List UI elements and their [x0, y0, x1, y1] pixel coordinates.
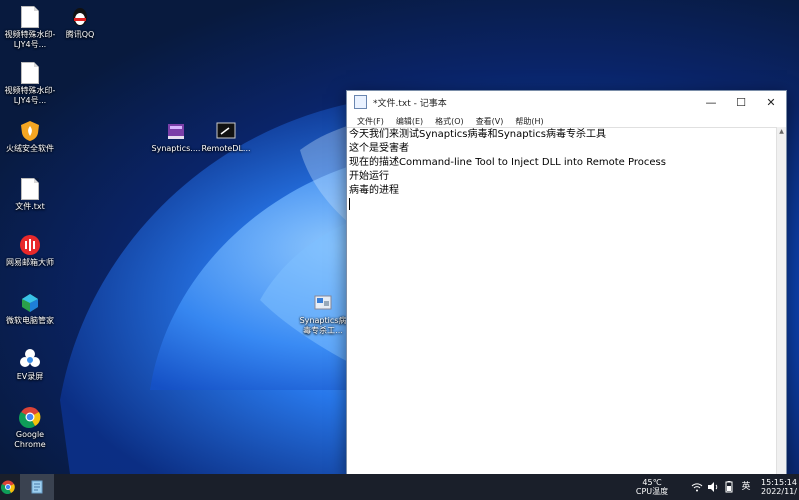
desktop-icon-label: Synaptics病毒专杀工... [299, 316, 347, 335]
text-line: 现在的描述Command-line Tool to Inject DLL int… [349, 157, 666, 168]
desktop-icon-label: 视频特殊水印-LJY4号... [4, 30, 56, 49]
close-button[interactable]: ✕ [756, 91, 786, 113]
desktop-icon-label: Google Chrome [14, 430, 46, 449]
cpu-temp-value: 45℃ [642, 478, 662, 487]
desktop-icon-watermark-2[interactable]: 视频特殊水印-LJY4号... [4, 62, 56, 106]
ev-recorder-icon [19, 348, 41, 370]
volume-icon[interactable] [705, 474, 721, 500]
text-file-icon [21, 6, 39, 28]
text-line: 这个是受害者 [349, 143, 409, 154]
vertical-scrollbar[interactable]: ▲ [776, 127, 786, 475]
desktop-icon-label: 微软电脑管家 [6, 316, 54, 325]
desktop-icon-label: 火绒安全软件 [6, 144, 54, 153]
taskbar-chrome-button[interactable] [0, 474, 16, 500]
window-controls: — ☐ ✕ [696, 91, 786, 113]
clock[interactable]: 15:15:14 2022/11/ [759, 478, 799, 496]
netease-mail-icon [19, 234, 41, 256]
text-line: 今天我们来测试Synaptics病毒和Synaptics病毒专杀工具 [349, 129, 606, 140]
desktop-icon-synaptics-killer[interactable]: Synaptics病毒专杀工... [297, 292, 349, 336]
shield-icon [19, 120, 41, 142]
desktop-icon-pc-manager[interactable]: 微软电脑管家 [4, 292, 56, 326]
text-caret [349, 198, 350, 210]
scroll-up-arrow-icon[interactable]: ▲ [777, 127, 786, 136]
chrome-icon [1, 480, 15, 494]
cpu-temperature-widget[interactable]: 45℃ CPU温度 [627, 478, 677, 496]
desktop-icon-label: 视频特殊水印-LJY4号... [4, 86, 56, 105]
wifi-icon[interactable] [689, 474, 705, 500]
desktop-icon-label: 腾讯QQ [65, 30, 95, 39]
notepad-icon [354, 95, 367, 109]
desktop-icon-label: 文件.txt [15, 202, 45, 211]
menu-format[interactable]: 格式(O) [429, 116, 470, 127]
clock-date: 2022/11/ [761, 487, 797, 496]
cpu-temp-label: CPU温度 [635, 487, 669, 496]
terminal-app-icon [215, 120, 237, 142]
menu-help[interactable]: 帮助(H) [509, 116, 549, 127]
desktop-icon-netease-mail[interactable]: 网易邮箱大师 [4, 234, 56, 268]
desktop-icon-label: EV录屏 [16, 372, 44, 381]
text-file-icon [21, 178, 39, 200]
window-title: *文件.txt - 记事本 [373, 98, 447, 109]
ime-indicator[interactable]: 英 [737, 474, 755, 500]
minimize-button[interactable]: — [696, 91, 726, 113]
pc-manager-icon [19, 292, 41, 314]
menu-view[interactable]: 查看(V) [470, 116, 510, 127]
desktop-icon-label: RemoteDL... [201, 144, 251, 153]
installer-icon [312, 292, 334, 314]
qq-penguin-icon [69, 6, 91, 28]
taskbar-notepad-button[interactable] [20, 474, 54, 500]
desktop-icon-ev-recorder[interactable]: EV录屏 [4, 348, 56, 382]
chrome-icon [19, 406, 41, 428]
menu-file[interactable]: 文件(F) [351, 116, 390, 127]
desktop-icon-text-file[interactable]: 文件.txt [4, 178, 56, 212]
notepad-window: *文件.txt - 记事本 — ☐ ✕ 文件(F) 编辑(E) 格式(O) 查看… [346, 90, 787, 476]
notepad-icon [31, 480, 43, 494]
desktop-icon-watermark-1[interactable]: 视频特殊水印-LJY4号... [4, 6, 56, 50]
caret-line [349, 198, 775, 215]
desktop-icon-label: Synaptics.... [151, 144, 201, 153]
desktop-icon-label: 网易邮箱大师 [6, 258, 54, 267]
menu-edit[interactable]: 编辑(E) [390, 116, 429, 127]
desktop-icon-qq[interactable]: 腾讯QQ [54, 6, 106, 40]
taskbar: 45℃ CPU温度 英 15:15:14 2022/11/ [0, 474, 799, 500]
system-tray: 45℃ CPU温度 英 15:15:14 2022/11/ [627, 474, 799, 500]
maximize-button[interactable]: ☐ [726, 91, 756, 113]
text-line: 开始运行 [349, 171, 389, 182]
clock-time: 15:15:14 [761, 478, 797, 487]
battery-icon[interactable] [721, 474, 737, 500]
desktop-icon-synaptics[interactable]: Synaptics.... [150, 120, 202, 154]
book-stack-icon [165, 120, 187, 142]
title-bar[interactable]: *文件.txt - 记事本 — ☐ ✕ [347, 91, 786, 113]
desktop-icon-remotedll[interactable]: RemoteDL... [200, 120, 252, 154]
text-editor-area[interactable]: 今天我们来测试Synaptics病毒和Synaptics病毒专杀工具 这个是受害… [347, 127, 777, 475]
text-file-icon [21, 62, 39, 84]
text-line: 病毒的进程 [349, 185, 399, 196]
desktop-icon-huorong[interactable]: 火绒安全软件 [4, 120, 56, 154]
desktop-icon-chrome[interactable]: Google Chrome [4, 406, 56, 450]
